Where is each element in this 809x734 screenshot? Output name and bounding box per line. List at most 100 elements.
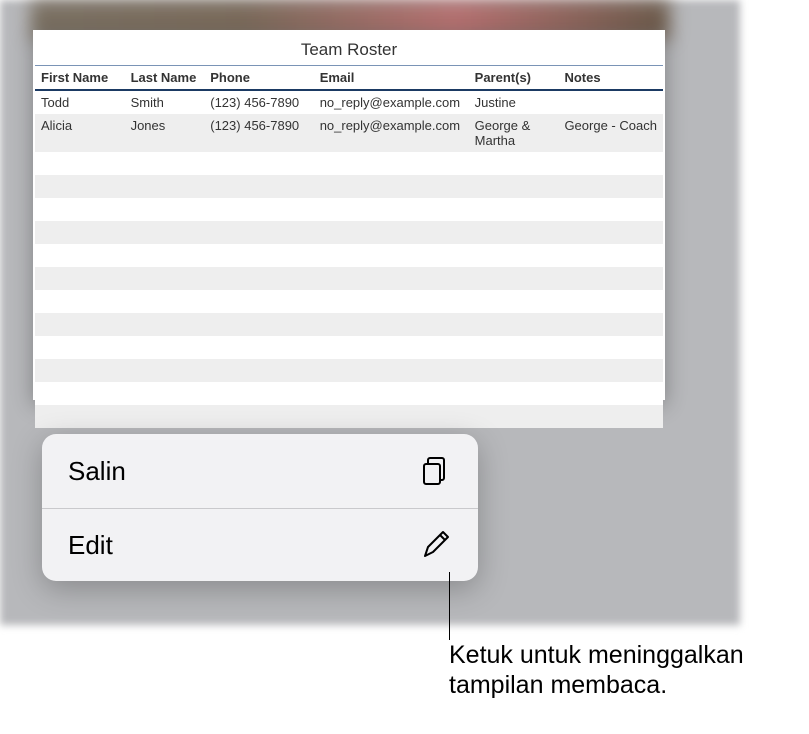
table-cell: [469, 359, 559, 382]
table-row: AliciaJones(123) 456-7890no_reply@exampl…: [35, 114, 663, 152]
table-cell: Jones: [125, 114, 205, 152]
table-cell: [35, 152, 125, 175]
table-cell: [35, 290, 125, 313]
table-cell: [125, 175, 205, 198]
table-cell: [558, 244, 663, 267]
table-row-empty: [35, 290, 663, 313]
table-row-empty: [35, 405, 663, 428]
table-cell: [35, 244, 125, 267]
menu-item-label: Salin: [68, 456, 126, 487]
table-cell: [35, 336, 125, 359]
table-cell: [469, 198, 559, 221]
col-header: First Name: [35, 66, 125, 91]
table-body: ToddSmith(123) 456-7890no_reply@example.…: [35, 90, 663, 428]
table-row-empty: [35, 152, 663, 175]
table-cell: [558, 290, 663, 313]
table-cell: [558, 175, 663, 198]
table-cell: Alicia: [35, 114, 125, 152]
table-cell: [125, 267, 205, 290]
table-cell: [558, 382, 663, 405]
table-cell: [558, 267, 663, 290]
table-cell: [204, 382, 313, 405]
table-cell: [125, 221, 205, 244]
table-cell: [314, 244, 469, 267]
table-cell: [314, 290, 469, 313]
table-cell: [469, 313, 559, 336]
table-cell: [314, 359, 469, 382]
callout-text: Ketuk untuk meninggalkan tampilan membac…: [449, 640, 809, 700]
table-cell: (123) 456-7890: [204, 114, 313, 152]
menu-item-edit[interactable]: Edit: [42, 509, 478, 581]
table-cell: [125, 382, 205, 405]
table-cell: [35, 313, 125, 336]
table-cell: [469, 152, 559, 175]
table-cell: [558, 336, 663, 359]
table-cell: George & Martha: [469, 114, 559, 152]
table-cell: no_reply@example.com: [314, 90, 469, 114]
table-cell: [204, 152, 313, 175]
table-row-empty: [35, 244, 663, 267]
col-header: Phone: [204, 66, 313, 91]
table-cell: [314, 175, 469, 198]
sheet-title: Team Roster: [33, 30, 665, 65]
table-row-empty: [35, 175, 663, 198]
table-cell: [35, 405, 125, 428]
table-cell: [35, 221, 125, 244]
table-cell: [469, 175, 559, 198]
table-cell: [125, 336, 205, 359]
table-cell: [204, 198, 313, 221]
table-cell: [204, 359, 313, 382]
table-cell: [558, 405, 663, 428]
table-cell: [469, 290, 559, 313]
table-cell: [125, 313, 205, 336]
table-cell: [558, 221, 663, 244]
table-row-empty: [35, 267, 663, 290]
table-cell: [469, 405, 559, 428]
context-menu: Salin Edit: [42, 434, 478, 581]
table-cell: [204, 336, 313, 359]
table-row-empty: [35, 382, 663, 405]
table-cell: [204, 267, 313, 290]
table-cell: [125, 290, 205, 313]
table-cell: [314, 152, 469, 175]
table-cell: [204, 244, 313, 267]
table-cell: [469, 267, 559, 290]
menu-item-label: Edit: [68, 530, 113, 561]
callout-leader-line: [449, 572, 450, 640]
table-row-empty: [35, 359, 663, 382]
col-header: Email: [314, 66, 469, 91]
table-cell: [125, 152, 205, 175]
menu-item-copy[interactable]: Salin: [42, 434, 478, 508]
col-header: Last Name: [125, 66, 205, 91]
table-cell: [125, 359, 205, 382]
table-cell: [204, 175, 313, 198]
table-cell: Todd: [35, 90, 125, 114]
table-cell: [558, 198, 663, 221]
table-cell: [469, 221, 559, 244]
roster-table: First Name Last Name Phone Email Parent(…: [35, 65, 663, 428]
table-cell: [314, 198, 469, 221]
table-cell: [314, 336, 469, 359]
table-cell: [558, 152, 663, 175]
table-row-empty: [35, 221, 663, 244]
table-cell: George - Coach: [558, 114, 663, 152]
spreadsheet-preview: Team Roster First Name Last Name Phone E…: [33, 30, 665, 400]
table-cell: [204, 313, 313, 336]
table-cell: [125, 198, 205, 221]
table-cell: [314, 221, 469, 244]
table-cell: [314, 382, 469, 405]
table-header-row: First Name Last Name Phone Email Parent(…: [35, 66, 663, 91]
table-cell: [35, 267, 125, 290]
table-row: ToddSmith(123) 456-7890no_reply@example.…: [35, 90, 663, 114]
table-cell: [125, 244, 205, 267]
table-cell: [469, 244, 559, 267]
table-cell: [125, 405, 205, 428]
table-cell: [314, 313, 469, 336]
table-row-empty: [35, 198, 663, 221]
copy-icon: [418, 454, 452, 488]
table-cell: [204, 290, 313, 313]
table-cell: [469, 382, 559, 405]
table-cell: [204, 221, 313, 244]
table-cell: Justine: [469, 90, 559, 114]
table-row-empty: [35, 336, 663, 359]
